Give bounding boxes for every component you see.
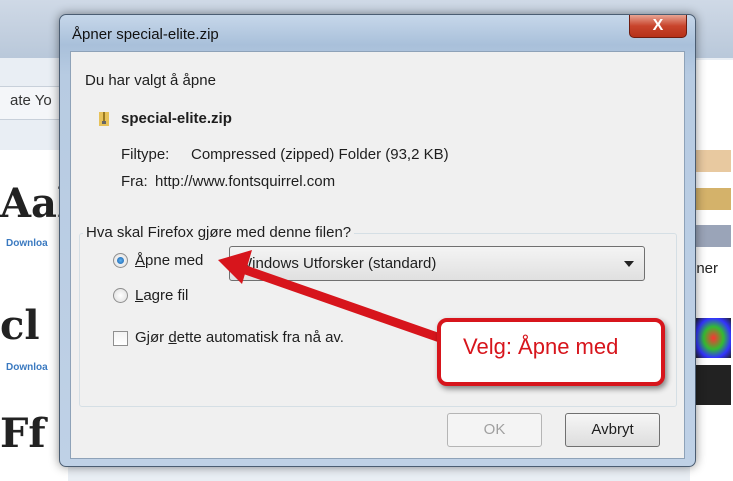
annotation-callout: Velg: Åpne med	[437, 318, 665, 386]
annotation-arrow	[218, 250, 445, 343]
annotation-callout-text: Velg: Åpne med	[463, 334, 619, 359]
